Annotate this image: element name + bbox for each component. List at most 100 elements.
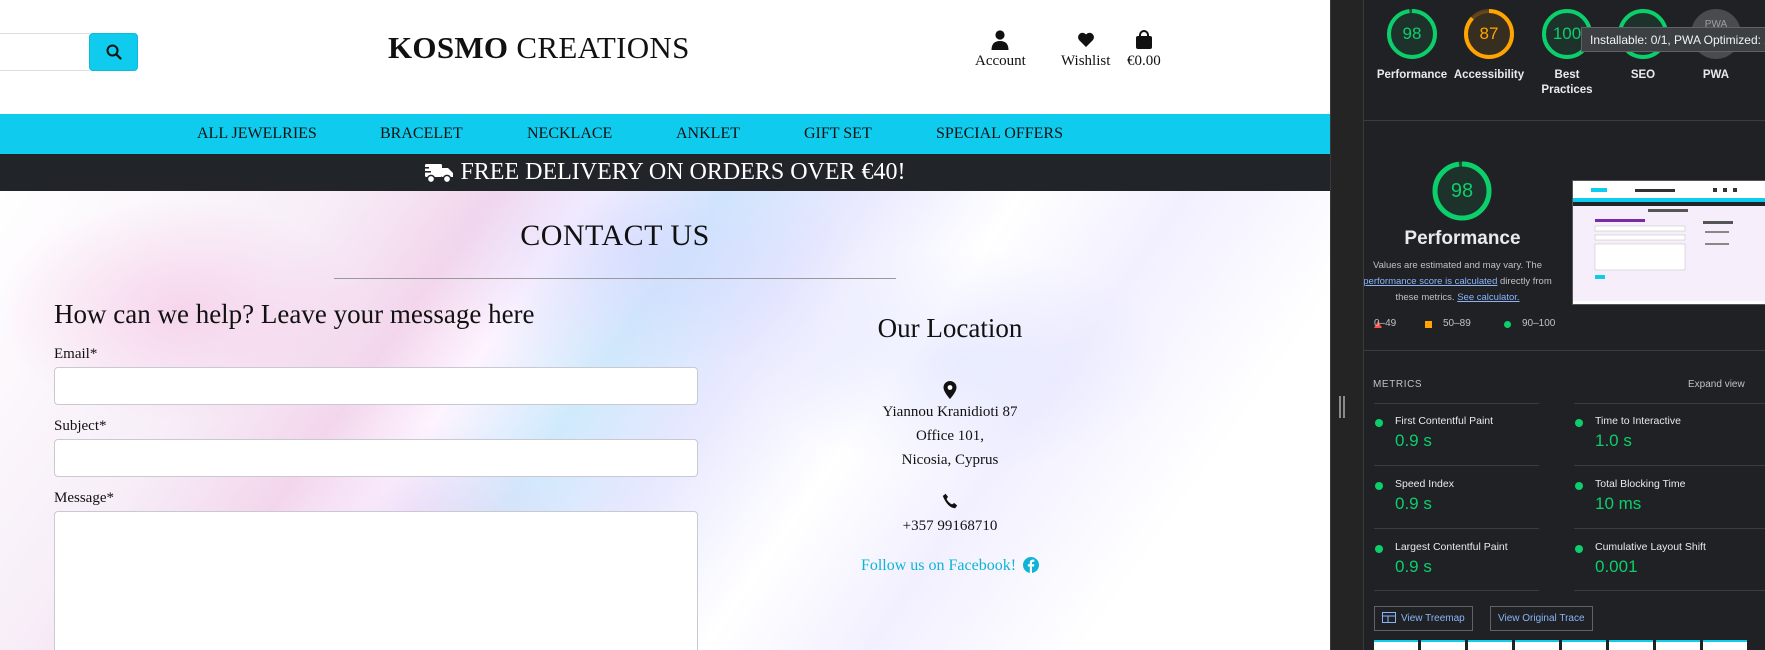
pass-dot-icon xyxy=(1375,482,1383,490)
subject-label: Subject* xyxy=(54,418,107,434)
user-icon xyxy=(991,30,1009,50)
delivery-banner: FREE DELIVERY ON ORDERS OVER €40! xyxy=(0,154,1330,191)
metric-name: Time to Interactive xyxy=(1595,415,1681,427)
section-divider xyxy=(1364,120,1765,121)
performance-description: Values are estimated and may vary. The p… xyxy=(1364,258,1563,306)
score-calculated-link[interactable]: performance score is calculated xyxy=(1364,276,1497,287)
nav-item-gift-set[interactable]: GIFT SET xyxy=(804,125,872,143)
pass-dot-icon xyxy=(1575,482,1583,490)
facebook-link[interactable]: Follow us on Facebook! xyxy=(810,557,1090,575)
page-title: CONTACT US xyxy=(520,219,710,252)
metric-name: First Contentful Paint xyxy=(1395,415,1494,427)
account-link[interactable]: Account xyxy=(975,30,1026,70)
gauge-performance[interactable]: 98 Performance xyxy=(1374,8,1450,83)
location-heading: Our Location xyxy=(877,313,1023,343)
devtools-split-divider xyxy=(1330,0,1364,650)
view-treemap-label: View Treemap xyxy=(1401,613,1465,624)
nav-item-anklet[interactable]: ANKLET xyxy=(676,125,740,143)
address-line-1: Yiannou Kranidioti 87 xyxy=(882,404,1018,420)
message-field[interactable] xyxy=(54,511,698,650)
phone-icon xyxy=(942,493,958,509)
metric-value: 0.001 xyxy=(1595,557,1638,576)
map-pin-icon xyxy=(943,381,957,399)
metric-value: 10 ms xyxy=(1595,494,1642,513)
phone-number: +357 99168710 xyxy=(902,518,998,534)
search-input[interactable] xyxy=(0,33,90,71)
wishlist-link[interactable]: Wishlist xyxy=(1061,30,1110,70)
title-divider xyxy=(334,278,896,279)
treemap-icon xyxy=(1382,612,1396,623)
contact-section: CONTACT US How can we help? Leave your m… xyxy=(0,191,1330,650)
view-treemap-button[interactable]: View Treemap xyxy=(1374,606,1473,631)
nav-item-special-offers[interactable]: SPECIAL OFFERS xyxy=(936,125,1063,143)
desc-text-1: Values are estimated and may vary. The xyxy=(1373,260,1542,271)
pass-dot-icon xyxy=(1575,545,1583,553)
legend-average-icon xyxy=(1425,321,1432,328)
metric-divider xyxy=(1374,590,1539,591)
gauge-label: Best Practices xyxy=(1541,69,1593,96)
legend-pass-icon xyxy=(1504,321,1511,328)
metric-divider xyxy=(1574,590,1765,591)
nav-item-necklace[interactable]: NECKLACE xyxy=(527,125,612,143)
logo-regular: CREATIONS xyxy=(516,30,690,65)
filmstrip-frame xyxy=(1468,640,1512,650)
cart-total: €0.00 xyxy=(1127,53,1161,69)
metric-name: Speed Index xyxy=(1395,478,1454,490)
filmstrip-frame xyxy=(1609,640,1653,650)
gauge-score: 87 xyxy=(1479,24,1499,43)
wishlist-label: Wishlist xyxy=(1061,53,1111,69)
filmstrip-frame xyxy=(1656,640,1700,650)
metric-divider xyxy=(1574,403,1765,404)
nav-item-all-jewelries[interactable]: ALL JEWELRIES xyxy=(197,125,317,143)
metric-value: 0.9 s xyxy=(1395,494,1432,513)
gauge-label: Performance xyxy=(1376,69,1448,81)
gauge-accessibility[interactable]: 87 Accessibility xyxy=(1451,8,1527,83)
logo-bold: KOSMO xyxy=(388,30,509,65)
website-viewport: KOSMO CREATIONS Account Wishlist €0.00 A… xyxy=(0,0,1330,650)
metric-name: Total Blocking Time xyxy=(1595,478,1686,490)
filmstrip-frame xyxy=(1562,640,1606,650)
metrics-heading: METRICS xyxy=(1373,379,1423,390)
facebook-link-label: Follow us on Facebook! xyxy=(860,557,1017,574)
cart-link[interactable]: €0.00 xyxy=(1127,30,1161,70)
gauge-best-practices[interactable]: 100 Best Practices xyxy=(1529,8,1605,98)
metric-divider xyxy=(1374,465,1539,466)
gauge-label: SEO xyxy=(1630,69,1656,81)
site-header: KOSMO CREATIONS Account Wishlist €0.00 xyxy=(0,0,1330,114)
pass-dot-icon xyxy=(1375,545,1383,553)
filmstrip-frame xyxy=(1374,640,1418,650)
facebook-icon xyxy=(1023,557,1040,573)
site-logo[interactable]: KOSMO CREATIONS xyxy=(388,30,690,66)
legend-fail: 0–49 xyxy=(1374,318,1397,329)
metric-name: Largest Contentful Paint xyxy=(1395,541,1508,553)
search-button[interactable] xyxy=(89,33,138,71)
email-field[interactable] xyxy=(54,367,698,405)
metric-value: 1.0 s xyxy=(1595,431,1632,450)
metric-divider xyxy=(1574,528,1765,529)
shopping-bag-icon xyxy=(1135,30,1152,49)
nav-item-bracelet[interactable]: BRACELET xyxy=(380,125,463,143)
expand-view-toggle[interactable]: Expand view xyxy=(1688,379,1745,390)
view-original-trace-button[interactable]: View Original Trace xyxy=(1490,606,1593,631)
gauge-ring: 98 xyxy=(1386,8,1438,60)
resize-handle[interactable] xyxy=(1339,396,1345,418)
gauge-label: Accessibility xyxy=(1453,69,1525,81)
legend-average: 50–89 xyxy=(1443,318,1471,329)
pass-dot-icon xyxy=(1375,419,1383,427)
see-calculator-link[interactable]: See calculator. xyxy=(1457,292,1519,303)
lighthouse-panel: 98 Performance 87 Accessibility 100 Best… xyxy=(1364,0,1765,650)
metric-divider xyxy=(1374,528,1539,529)
gauge-label: PWA xyxy=(1702,69,1730,81)
truck-icon xyxy=(424,163,454,183)
search-bar xyxy=(0,33,138,71)
page-screenshot-thumbnail[interactable] xyxy=(1572,180,1765,305)
form-heading: How can we help? Leave your message here xyxy=(54,299,535,329)
filmstrip-frame xyxy=(1703,640,1747,650)
main-nav: ALL JEWELRIES BRACELET NECKLACE ANKLET G… xyxy=(0,114,1330,154)
subject-field[interactable] xyxy=(54,439,698,477)
pass-dot-icon xyxy=(1575,419,1583,427)
thumbnail-image xyxy=(1573,181,1765,304)
metric-divider xyxy=(1374,403,1539,404)
gauge-score: 98 xyxy=(1402,24,1422,43)
metric-value: 0.9 s xyxy=(1395,431,1432,450)
